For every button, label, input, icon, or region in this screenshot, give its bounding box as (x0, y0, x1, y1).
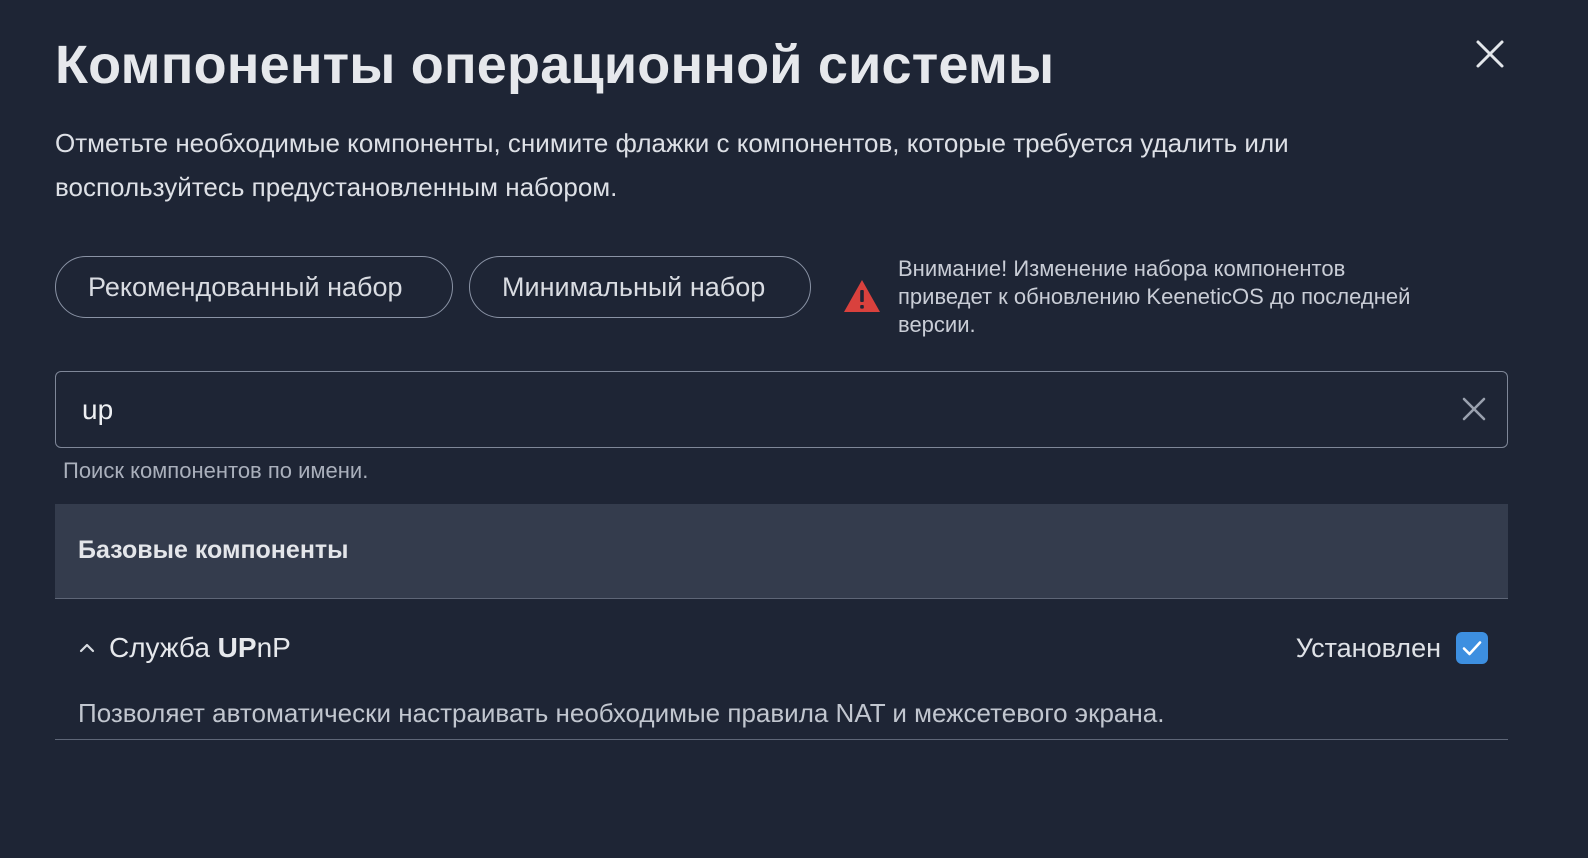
group-header-base: Базовые компоненты (55, 504, 1508, 599)
group-title: Базовые компоненты (78, 536, 349, 564)
component-row-upnp: Служба UPnP Установлен Позволяет автомат… (55, 600, 1508, 740)
component-description: Позволяет автоматически настраивать необ… (78, 698, 1165, 728)
recommended-set-button[interactable]: Рекомендованный набор (55, 256, 453, 318)
checkmark-icon (1462, 641, 1482, 656)
update-warning-text: Внимание! Изменение набора компонентов п… (898, 256, 1411, 337)
component-name-match: UP (217, 632, 257, 663)
search-hint: Поиск компонентов по имени. (63, 458, 369, 483)
close-icon (1476, 40, 1504, 68)
collapse-toggle[interactable] (77, 638, 97, 658)
component-status: Установлен (1295, 633, 1441, 663)
warning-icon (842, 278, 882, 314)
dialog-title: Компоненты операционной системы (55, 35, 1055, 95)
minimal-set-button[interactable]: Минимальный набор (469, 256, 811, 318)
search-input[interactable] (80, 372, 1414, 448)
dialog-description: Отметьте необходимые компоненты, снимите… (55, 128, 1289, 202)
clear-search-button[interactable] (1459, 394, 1489, 424)
component-name-prefix: Служба (109, 632, 218, 663)
close-dialog-button[interactable] (1470, 34, 1510, 74)
close-icon (1462, 397, 1486, 421)
install-checkbox[interactable] (1456, 632, 1488, 664)
chevron-up-icon (79, 643, 95, 653)
components-dialog: Компоненты операционной системы Отметьте… (0, 0, 1588, 858)
component-name-suffix: nP (256, 632, 291, 663)
search-field (55, 371, 1508, 448)
component-name[interactable]: Служба UPnP (109, 632, 291, 664)
